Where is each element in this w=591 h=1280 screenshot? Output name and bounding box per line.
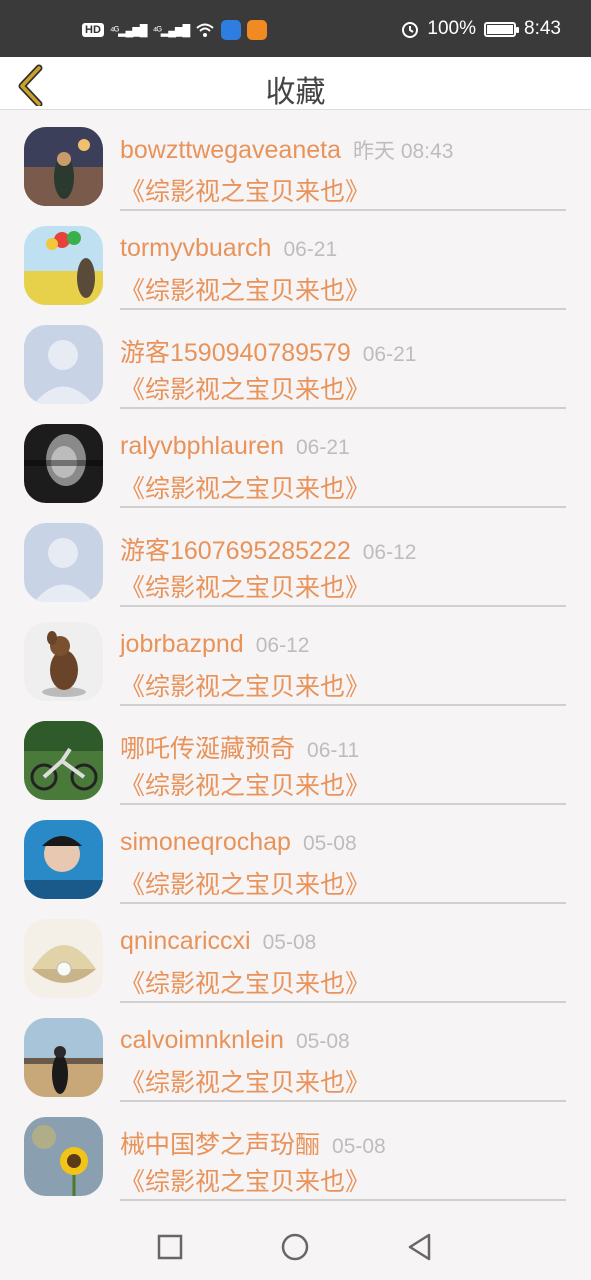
status-right: 100% 8:43 xyxy=(401,18,561,40)
avatar[interactable] xyxy=(24,1018,103,1097)
name-line: bowzttwegaveaneta 昨天 08:43 xyxy=(120,135,453,165)
recent-apps-button[interactable] xyxy=(154,1231,186,1263)
circle-icon xyxy=(281,1233,309,1261)
signal-icon: ⁴ᴳ▂▄▆█ xyxy=(109,24,148,37)
divider xyxy=(120,1199,566,1201)
work-title[interactable]: 《综影视之宝贝来也》 xyxy=(120,370,370,406)
name-line: 游客1607695285222 06-12 xyxy=(120,531,416,567)
square-icon xyxy=(157,1234,183,1260)
timestamp: 05-08 xyxy=(302,832,357,855)
work-title[interactable]: 《综影视之宝贝来也》 xyxy=(120,865,370,901)
list-item[interactable]: jobrbazpnd 06-12 《综影视之宝贝来也》 xyxy=(0,606,591,706)
timestamp: 05-08 xyxy=(295,1030,350,1053)
clock: 8:43 xyxy=(524,18,561,39)
list-item[interactable]: qnincariccxi 05-08 《综影视之宝贝来也》 xyxy=(0,903,591,1003)
hd-icon: HD xyxy=(82,23,104,37)
status-left-icons: HD ⁴ᴳ▂▄▆█ ⁴ᴳ▂▄▆█ xyxy=(82,20,268,40)
list-item[interactable]: bowzttwegaveaneta 昨天 08:43 《综影视之宝贝来也》 xyxy=(0,111,591,211)
triangle-back-icon xyxy=(408,1233,431,1261)
favorites-list: bowzttwegaveaneta 昨天 08:43 《综影视之宝贝来也》 tormy… xyxy=(0,111,591,1213)
app-header: 收藏 xyxy=(0,57,591,110)
name-line: tormyvbuarch 06-21 xyxy=(120,234,337,263)
work-title[interactable]: 《综影视之宝贝来也》 xyxy=(120,766,370,802)
work-title[interactable]: 《综影视之宝贝来也》 xyxy=(120,172,370,208)
name-line: ralyvbphlauren 06-21 xyxy=(120,432,350,461)
avatar[interactable] xyxy=(24,325,103,404)
timestamp: 06-21 xyxy=(296,436,350,459)
name-line: simoneqrochap 05-08 xyxy=(120,828,357,857)
work-title[interactable]: 《综影视之宝贝来也》 xyxy=(120,667,370,703)
avatar[interactable] xyxy=(24,721,103,800)
timestamp: 06-21 xyxy=(283,238,338,261)
work-title[interactable]: 《综影视之宝贝来也》 xyxy=(120,1063,370,1099)
user-name[interactable]: bowzttwegaveaneta xyxy=(120,136,341,164)
name-line: 械中国梦之声玢酾 05-08 xyxy=(120,1125,386,1161)
battery-percent: 100% xyxy=(427,18,477,39)
user-name[interactable]: calvoimnknlein xyxy=(120,1026,284,1054)
avatar[interactable] xyxy=(24,919,103,998)
work-title[interactable]: 《综影视之宝贝来也》 xyxy=(120,568,370,604)
list-item[interactable]: 游客1607695285222 06-12 《综影视之宝贝来也》 xyxy=(0,507,591,607)
user-name[interactable]: 哪吒传涎藏预奇 xyxy=(120,735,295,763)
battery-icon xyxy=(484,21,520,37)
page-title: 收藏 xyxy=(265,76,326,109)
timestamp: 06-21 xyxy=(362,343,417,366)
system-nav-bar xyxy=(0,1213,591,1280)
avatar[interactable] xyxy=(24,1117,103,1196)
battery-fill xyxy=(487,24,514,34)
avatar[interactable] xyxy=(24,820,103,899)
timestamp: 昨天 08:43 xyxy=(352,140,454,163)
list-item[interactable]: tormyvbuarch 06-21 《综影视之宝贝来也》 xyxy=(0,210,591,310)
app-notification-icon xyxy=(221,20,242,40)
uc-browser-icon xyxy=(247,20,268,40)
list-item[interactable]: 哪吒传涎藏预奇 06-11 《综影视之宝贝来也》 xyxy=(0,705,591,805)
name-line: qnincariccxi 05-08 xyxy=(120,927,316,956)
timestamp: 06-11 xyxy=(307,739,360,762)
avatar[interactable] xyxy=(24,127,103,206)
user-name[interactable]: 游客1590940789579 xyxy=(120,339,351,367)
timestamp: 05-08 xyxy=(262,931,317,954)
user-name[interactable]: 械中国梦之声玢酾 xyxy=(120,1131,320,1159)
name-line: 哪吒传涎藏预奇 06-11 xyxy=(120,729,359,765)
user-name[interactable]: jobrbazpnd xyxy=(120,630,244,658)
signal-icon-2: ⁴ᴳ▂▄▆█ xyxy=(152,24,191,37)
timestamp: 05-08 xyxy=(332,1135,386,1158)
user-name[interactable]: simoneqrochap xyxy=(120,828,291,856)
name-line: 游客1590940789579 06-21 xyxy=(120,333,416,369)
list-item[interactable]: 械中国梦之声玢酾 05-08 《综影视之宝贝来也》 xyxy=(0,1101,591,1201)
timestamp: 06-12 xyxy=(255,634,310,657)
avatar[interactable] xyxy=(24,523,103,602)
name-line: jobrbazpnd 06-12 xyxy=(120,630,309,659)
work-title[interactable]: 《综影视之宝贝来也》 xyxy=(120,469,370,505)
list-item[interactable]: simoneqrochap 05-08 《综影视之宝贝来也》 xyxy=(0,804,591,904)
home-button[interactable] xyxy=(279,1231,311,1263)
name-line: calvoimnknlein 05-08 xyxy=(120,1026,350,1055)
work-title[interactable]: 《综影视之宝贝来也》 xyxy=(120,964,370,1000)
status-bar: HD ⁴ᴳ▂▄▆█ ⁴ᴳ▂▄▆█ 100% 8:43 xyxy=(0,0,591,57)
user-name[interactable]: 游客1607695285222 xyxy=(120,537,351,565)
timestamp: 06-12 xyxy=(362,541,417,564)
user-name[interactable]: qnincariccxi xyxy=(120,927,251,955)
list-item[interactable]: 游客1590940789579 06-21 《综影视之宝贝来也》 xyxy=(0,309,591,409)
user-name[interactable]: tormyvbuarch xyxy=(120,234,271,262)
list-item[interactable]: calvoimnknlein 05-08 《综影视之宝贝来也》 xyxy=(0,1002,591,1102)
system-back-button[interactable] xyxy=(404,1231,436,1263)
user-name[interactable]: ralyvbphlauren xyxy=(120,432,284,460)
work-title[interactable]: 《综影视之宝贝来也》 xyxy=(120,271,370,307)
avatar[interactable] xyxy=(24,424,103,503)
alarm-icon xyxy=(402,22,419,38)
wifi-icon xyxy=(196,23,214,37)
avatar[interactable] xyxy=(24,226,103,305)
work-title[interactable]: 《综影视之宝贝来也》 xyxy=(120,1162,370,1198)
list-item[interactable]: ralyvbphlauren 06-21 《综影视之宝贝来也》 xyxy=(0,408,591,508)
avatar[interactable] xyxy=(24,622,103,701)
